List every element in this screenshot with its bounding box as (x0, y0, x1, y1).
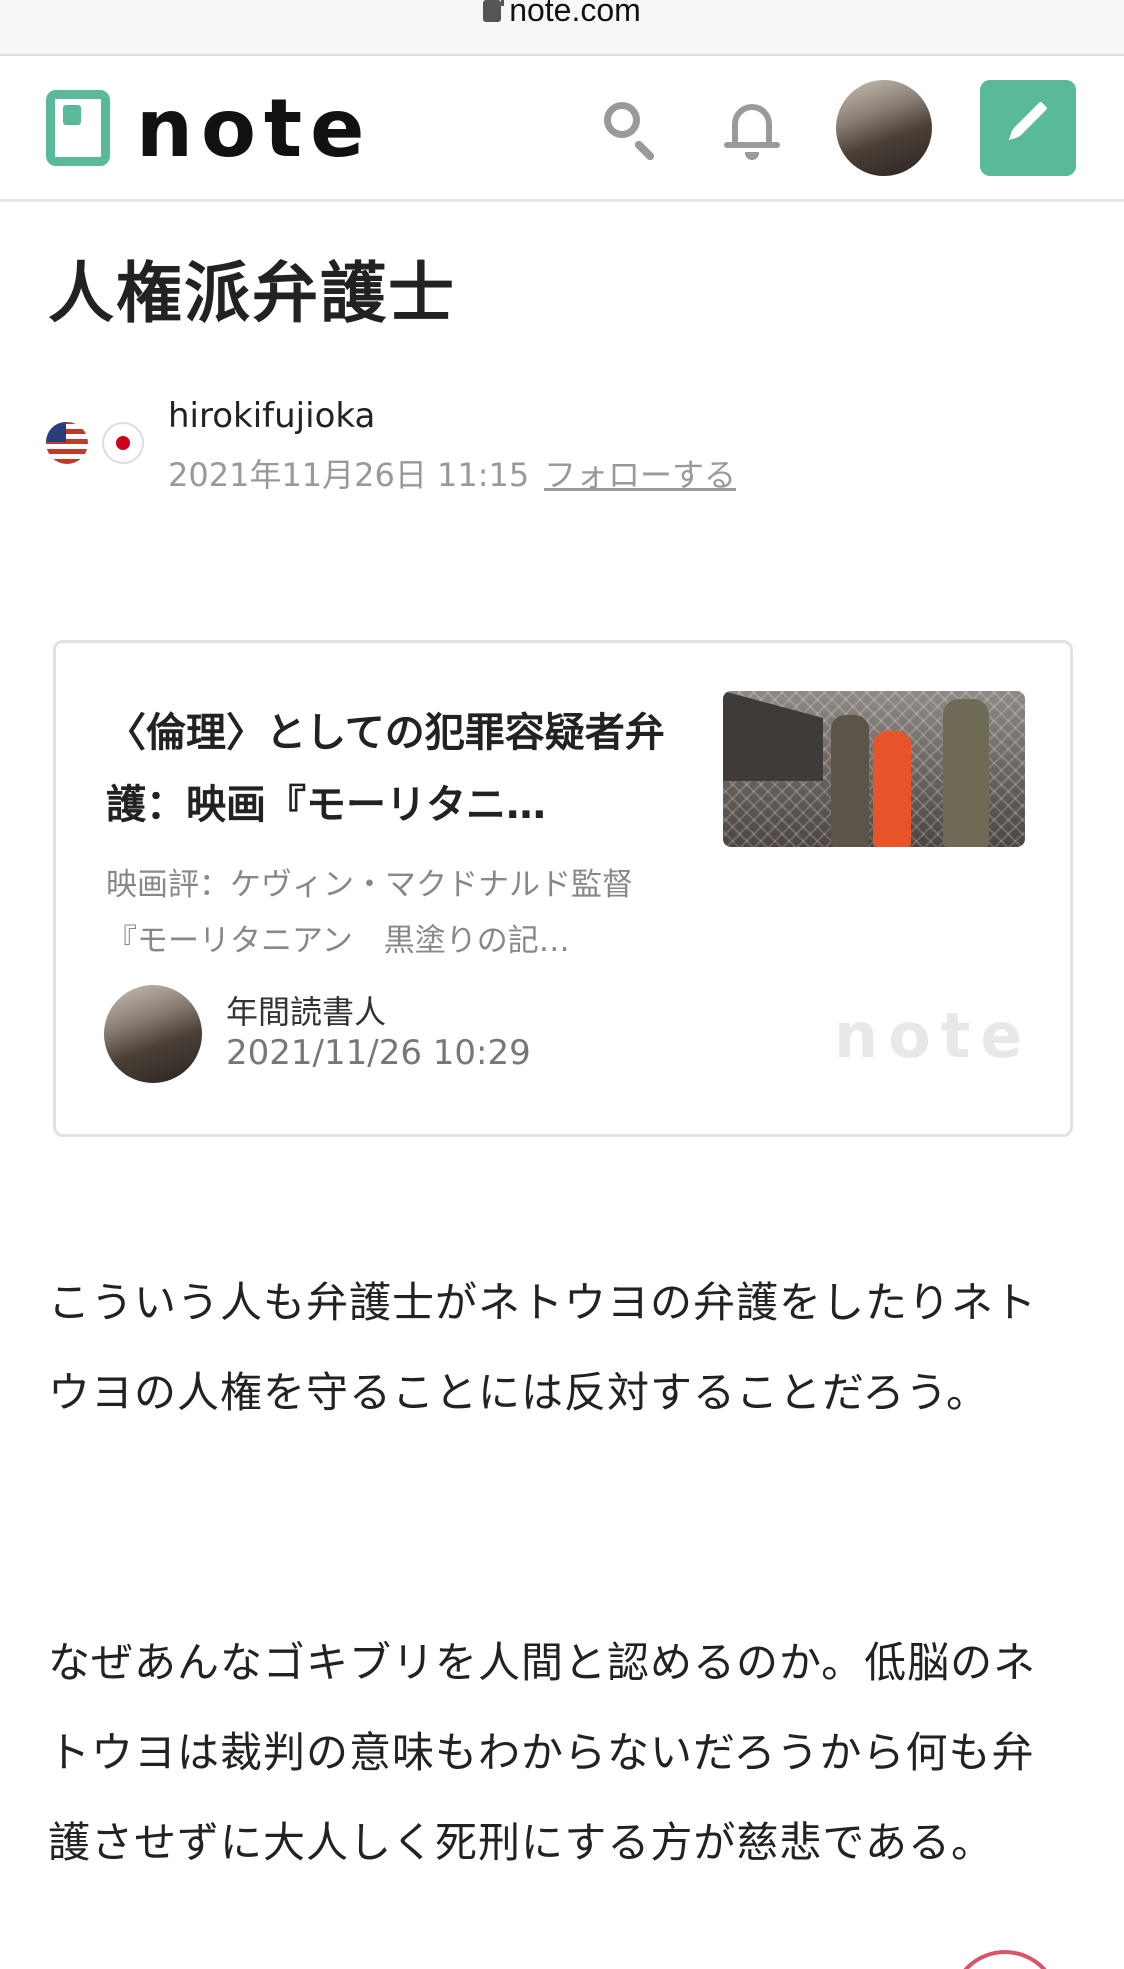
author-avatar-secondary[interactable] (102, 422, 144, 464)
pencil-icon (1012, 101, 1048, 137)
article-title: 人権派弁護士 (48, 255, 456, 332)
embed-brand-logo: note (834, 999, 1033, 1072)
bell-icon[interactable] (718, 94, 788, 164)
embed-description: 映画評：ケヴィン・マクドナルド監督『モーリタニアン 黒塗りの記… (106, 867, 633, 959)
logo-text: note (136, 82, 373, 175)
note-logo[interactable]: note (46, 84, 364, 174)
author-avatar[interactable] (46, 422, 88, 464)
url-display[interactable]: note.com (0, 0, 1124, 29)
embed-card[interactable]: 〈倫理〉としての犯罪容疑者弁護：映画『モーリタニ… 映画評：ケヴィン・マクドナル… (53, 640, 1073, 1137)
user-avatar[interactable] (836, 80, 932, 176)
follow-link[interactable]: フォローする (544, 450, 736, 496)
embed-author-avatar (104, 985, 202, 1083)
url-text: note.com (509, 0, 641, 28)
search-icon[interactable] (596, 94, 666, 164)
embed-author: 年間読書人 (226, 993, 387, 1031)
embed-title[interactable]: 〈倫理〉としての犯罪容疑者弁護：映画『モーリタニ… (106, 697, 676, 841)
article-paragraph: なぜあんなゴキブリを人間と認めるのか。低脳のネトウヨは裁判の意味もわからないだろ… (48, 1638, 1037, 1867)
post-button[interactable] (980, 80, 1076, 176)
note-logo-icon (46, 90, 110, 166)
author-name[interactable]: hirokifujioka (168, 396, 375, 436)
app-header: note (0, 56, 1124, 202)
byline: hirokifujioka 2021年11月26日 11:15 フォローする (46, 396, 946, 506)
lock-icon (483, 0, 505, 22)
post-date: 2021年11月26日 11:15 (168, 456, 530, 494)
article-paragraph: こういう人も弁護士がネトウヨの弁護をしたりネトウヨの人権を守ることには反対するこ… (48, 1278, 1038, 1417)
embed-date: 2021/11/26 10:29 (226, 1033, 531, 1073)
browser-url-bar[interactable]: note.com (0, 0, 1124, 56)
like-button[interactable] (950, 1950, 1060, 1969)
embed-thumbnail[interactable] (723, 691, 1025, 847)
